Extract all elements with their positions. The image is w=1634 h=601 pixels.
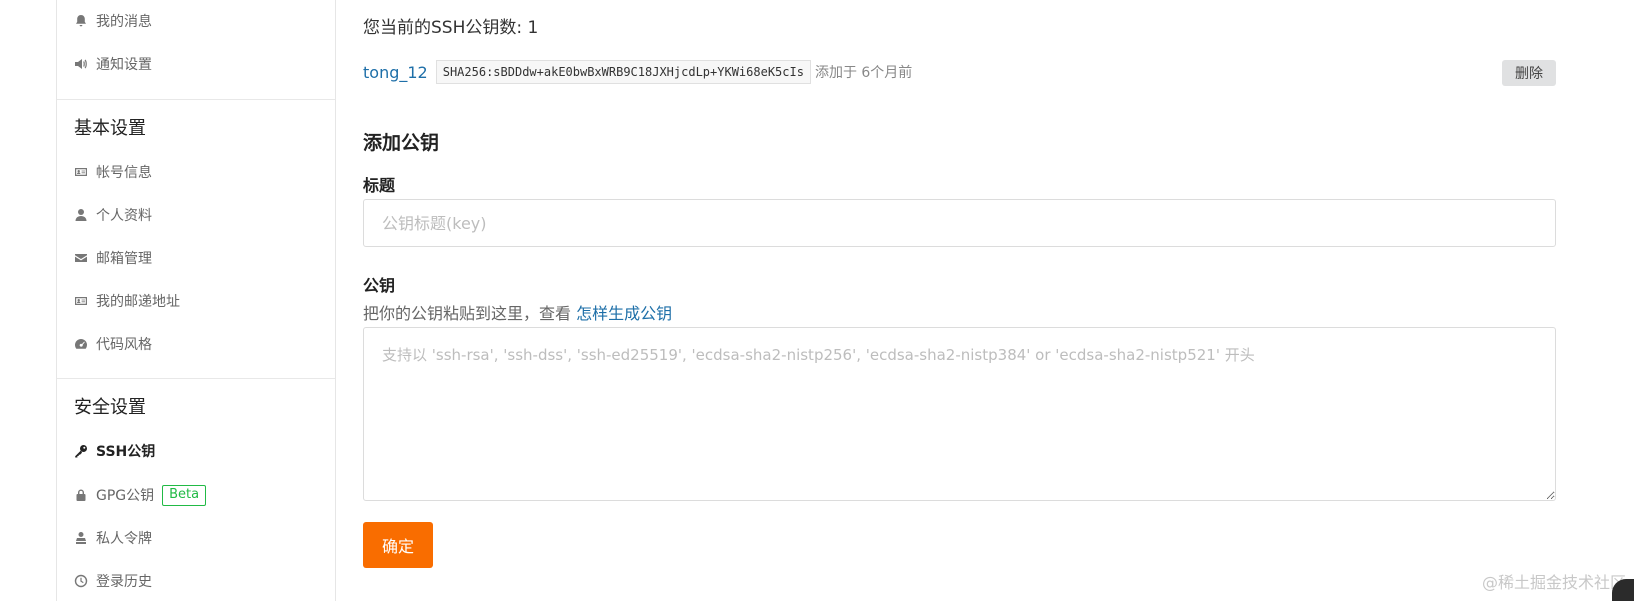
public-key-label: 公钥 xyxy=(363,276,396,295)
ssh-keys-panel: 您当前的SSH公钥数: 1 tong_12 SHA256:sBDDdw+akE0… xyxy=(363,0,1556,601)
watermark: @稀土掘金技术社区 xyxy=(1481,573,1626,592)
history-icon xyxy=(74,574,88,588)
how-to-generate-key-link[interactable]: 怎样生成公钥 xyxy=(576,304,672,323)
speaker-icon xyxy=(74,57,88,71)
corner-widget[interactable] xyxy=(1612,579,1634,601)
ssh-key-count: 您当前的SSH公钥数: 1 xyxy=(363,18,539,38)
public-key-hint: 把你的公钥粘贴到这里，查看 怎样生成公钥 xyxy=(363,300,672,324)
sidebar-item-messages[interactable]: 我的消息 xyxy=(74,9,152,33)
ssh-key-added-time: 添加于 6个月前 xyxy=(814,65,913,81)
envelope-icon xyxy=(74,251,88,265)
sidebar-item-ssh-keys[interactable]: SSH公钥 xyxy=(74,439,155,463)
sidebar-item-label: 帐号信息 xyxy=(96,165,152,181)
delete-key-button[interactable]: 删除 xyxy=(1502,60,1556,86)
sidebar-item-gpg-keys[interactable]: GPG公钥 Beta xyxy=(74,483,207,507)
key-icon xyxy=(74,444,88,458)
sidebar-item-email[interactable]: 邮箱管理 xyxy=(74,246,152,270)
beta-badge: Beta xyxy=(162,484,207,506)
address-card-icon xyxy=(74,294,88,308)
sidebar-item-label: 私人令牌 xyxy=(96,531,152,547)
sidebar-item-label: 通知设置 xyxy=(96,57,152,73)
sidebar-item-address[interactable]: 我的邮递地址 xyxy=(74,289,180,313)
sidebar-item-label: 我的邮递地址 xyxy=(96,294,180,310)
sidebar-divider xyxy=(57,378,335,379)
id-card-icon xyxy=(74,165,88,179)
sidebar-item-login-history[interactable]: 登录历史 xyxy=(74,569,152,593)
key-title-input[interactable] xyxy=(363,199,1556,247)
bell-icon xyxy=(74,14,88,28)
dashboard-icon xyxy=(74,337,88,351)
sidebar-item-label: 个人资料 xyxy=(96,208,152,224)
section-title-basic: 基本设置 xyxy=(74,118,146,139)
user-icon xyxy=(74,208,88,222)
sidebar-divider xyxy=(57,99,335,100)
sidebar-item-label: GPG公钥 xyxy=(96,488,155,504)
token-icon xyxy=(74,531,88,545)
ssh-key-name[interactable]: tong_12 xyxy=(363,63,428,82)
lock-icon xyxy=(74,488,88,502)
sidebar-item-account[interactable]: 帐号信息 xyxy=(74,160,152,184)
sidebar-item-label: 代码风格 xyxy=(96,337,152,353)
add-key-heading: 添加公钥 xyxy=(363,132,440,154)
hint-text: 把你的公钥粘贴到这里，查看 xyxy=(363,304,577,323)
public-key-textarea[interactable] xyxy=(363,327,1556,501)
confirm-button[interactable]: 确定 xyxy=(363,522,433,568)
title-label: 标题 xyxy=(363,176,396,195)
sidebar-item-profile[interactable]: 个人资料 xyxy=(74,203,152,227)
sidebar-item-code-style[interactable]: 代码风格 xyxy=(74,332,152,356)
ssh-key-row: tong_12 SHA256:sBDDdw+akE0bwBxWRB9C18JXH… xyxy=(363,60,1556,86)
sidebar-item-label: 我的消息 xyxy=(96,14,152,30)
sidebar-item-label: 邮箱管理 xyxy=(96,251,152,267)
ssh-key-fingerprint: SHA256:sBDDdw+akE0bwBxWRB9C18JXHjcdLp+YK… xyxy=(435,60,811,84)
settings-sidebar: 我的消息 通知设置 基本设置 帐号信息 个人资料 邮箱管理 我的邮递地址 代码风… xyxy=(56,0,336,601)
sidebar-item-label: SSH公钥 xyxy=(96,444,156,460)
sidebar-item-personal-token[interactable]: 私人令牌 xyxy=(74,526,152,550)
section-title-security: 安全设置 xyxy=(74,397,146,418)
sidebar-item-notification-settings[interactable]: 通知设置 xyxy=(74,52,152,76)
sidebar-item-label: 登录历史 xyxy=(96,574,152,590)
